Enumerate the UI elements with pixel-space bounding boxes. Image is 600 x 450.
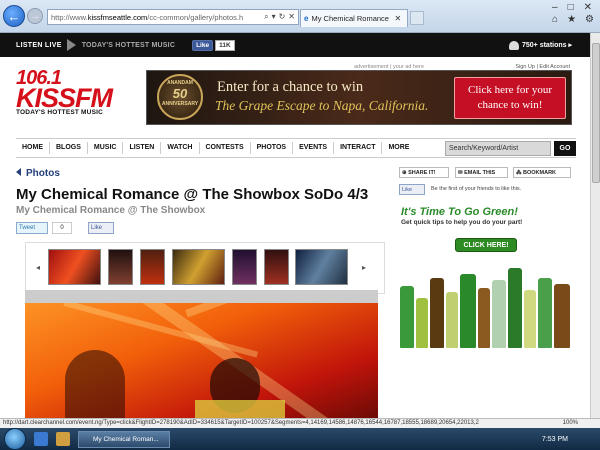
nav-music[interactable]: MUSIC [88, 142, 124, 154]
tweet-button[interactable]: Tweet [16, 222, 48, 234]
thumbnail[interactable] [140, 249, 165, 285]
banner-cta-button[interactable]: Click here for your chance to win! [454, 77, 566, 119]
nav-watch[interactable]: WATCH [161, 142, 200, 154]
hottest-music-text: TODAY'S HOTTEST MUSIC [81, 41, 176, 49]
green-click-button[interactable]: CLICK HERE! [455, 238, 517, 252]
thumbnail-strip: ◂ ▸ [25, 242, 385, 294]
refresh-icon[interactable]: ↻ [279, 12, 286, 22]
next-arrow-icon[interactable]: ▸ [362, 263, 366, 272]
tweet-count: 0 [52, 222, 72, 234]
green-subtext: Get quick tips to help you do your part! [401, 219, 523, 226]
scrollbar-thumb[interactable] [592, 43, 600, 183]
napa-banner-ad[interactable]: ANANDAM 50 ANNIVERSARY Enter for a chanc… [146, 70, 572, 125]
maximize-icon[interactable]: □ [568, 2, 574, 13]
zoom-level[interactable]: 100% [558, 420, 578, 426]
nav-interact[interactable]: INTERACT [334, 142, 383, 154]
sidebar-like-button[interactable]: Like [399, 184, 425, 195]
close-window-icon[interactable]: ✕ [584, 2, 592, 13]
web-page: LISTEN LIVE TODAY'S HOTTEST MUSIC Like 1… [0, 33, 590, 418]
nav-contests[interactable]: CONTESTS [200, 142, 251, 154]
back-button[interactable]: ← [3, 5, 25, 27]
top-bar: LISTEN LIVE TODAY'S HOTTEST MUSIC Like 1… [0, 33, 590, 57]
friends-text: Be the first of your friends to like thi… [431, 186, 522, 192]
play-icon[interactable] [66, 39, 76, 51]
email-button[interactable]: ✉ EMAIL THIS [455, 167, 508, 178]
status-url: http://dart.clearchannel.com/event.ng/Ty… [3, 420, 479, 426]
explorer-taskbar-icon[interactable] [56, 432, 70, 446]
favorites-icon[interactable]: ★ [567, 14, 576, 25]
taskbar: My Chemical Roman... 7:53 PM [0, 428, 600, 450]
gallery-subtitle: My Chemical Romance @ The Showbox [16, 205, 206, 216]
clock[interactable]: 7:53 PM [542, 436, 568, 443]
thumbnail[interactable] [108, 249, 133, 285]
address-bar[interactable]: http://www.kissfmseattle.com/cc-common/g… [47, 9, 299, 25]
listen-live-link[interactable]: LISTEN LIVE [16, 42, 62, 49]
url-text: http://www.kissfmseattle.com/cc-common/g… [51, 12, 244, 22]
station-logo[interactable]: 106.1 KISSFM TODAY'S HOTTEST MUSIC [16, 68, 134, 120]
banner-line-2: The Grape Escape to Napa, California. [215, 98, 429, 113]
nav-events[interactable]: EVENTS [293, 142, 335, 154]
ie-icon: e [304, 14, 309, 23]
main-photo[interactable] [25, 290, 378, 418]
nav-listen[interactable]: LISTEN [123, 142, 162, 154]
prev-arrow-icon[interactable]: ◂ [36, 263, 40, 272]
minimize-icon[interactable]: – [552, 2, 558, 13]
browser-toolbar: ← → http://www.kissfmseattle.com/cc-comm… [0, 0, 600, 33]
facebook-like-button[interactable]: Like [192, 39, 214, 51]
bookmark-button[interactable]: ⁂ BOOKMARK [513, 167, 571, 178]
home-icon[interactable]: ⌂ [552, 14, 558, 25]
banner-line-1: Enter for a chance to win [217, 79, 364, 95]
browser-tab[interactable]: e My Chemical Romance @ ... ✕ [300, 9, 408, 27]
performer-arm [65, 350, 125, 418]
forward-button[interactable]: → [27, 8, 43, 24]
nav-photos[interactable]: PHOTOS [251, 142, 294, 154]
thumbnail[interactable] [232, 249, 257, 285]
page-scrollbar[interactable] [590, 33, 600, 418]
photo-caption-bar [25, 290, 378, 303]
nav-home[interactable]: HOME [16, 142, 50, 154]
stations-link[interactable]: 750+ stations ▸ [522, 41, 572, 49]
dropdown-icon[interactable]: ▾ [272, 12, 276, 22]
thumbnail[interactable] [295, 249, 348, 285]
thumbnail[interactable] [48, 249, 101, 285]
close-tab-icon[interactable]: ✕ [394, 14, 401, 23]
thumbnail[interactable] [264, 249, 289, 285]
back-arrow-icon [16, 168, 21, 176]
nav-blogs[interactable]: BLOGS [50, 142, 88, 154]
nav-more[interactable]: MORE [382, 142, 415, 154]
new-tab-button[interactable] [410, 11, 424, 25]
status-bar: http://dart.clearchannel.com/event.ng/Ty… [0, 418, 600, 428]
green-headline: It's Time To Go Green! [401, 206, 518, 218]
start-button[interactable] [4, 428, 26, 450]
go-green-ad[interactable]: It's Time To Go Green! Get quick tips to… [398, 204, 572, 348]
main-nav: HOME BLOGS MUSIC LISTEN WATCH CONTESTS P… [16, 138, 576, 158]
taskbar-window-button[interactable]: My Chemical Roman... [78, 430, 170, 448]
stop-icon[interactable]: ✕ [288, 12, 295, 22]
photos-breadcrumb[interactable]: Photos [16, 168, 60, 179]
anniversary-seal: ANANDAM 50 ANNIVERSARY [157, 74, 203, 120]
tab-title: My Chemical Romance @ ... [311, 14, 391, 23]
tools-icon[interactable]: ⚙ [585, 14, 594, 25]
performer-jacket [195, 400, 285, 418]
search-icon[interactable]: ⌕ [264, 12, 268, 22]
share-button[interactable]: ⊕ SHARE IT! [399, 167, 449, 178]
ie-taskbar-icon[interactable] [34, 432, 48, 446]
article-like-button[interactable]: Like [88, 222, 114, 234]
site-search-input[interactable]: Search/Keyword/Artist [445, 140, 551, 156]
thumbnail[interactable] [172, 249, 225, 285]
iheart-icon [508, 40, 519, 50]
page-title: My Chemical Romance @ The Showbox SoDo 4… [16, 186, 369, 203]
search-go-button[interactable]: GO [554, 140, 576, 156]
like-count: 11K [215, 39, 235, 51]
